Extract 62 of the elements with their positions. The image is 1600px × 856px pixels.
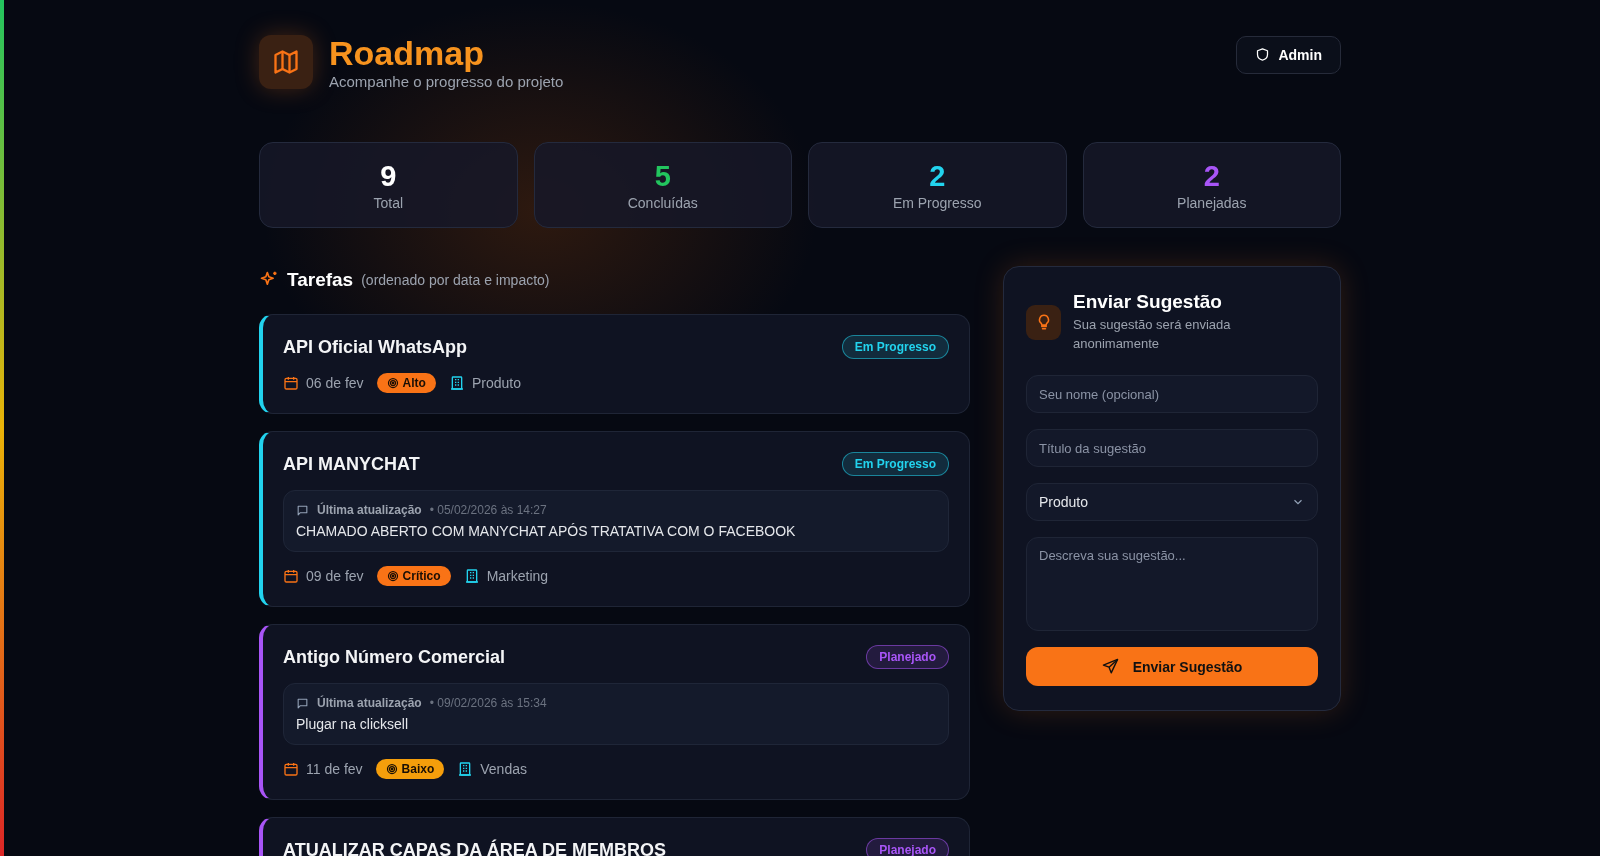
status-badge: Planejado <box>866 645 949 669</box>
building-icon <box>448 375 465 391</box>
stat-label: Total <box>373 194 404 211</box>
page-title: Roadmap <box>329 33 485 73</box>
update-label: Última atualização <box>317 503 422 517</box>
task-date: 06 de fev <box>306 375 364 391</box>
panel-subtitle: Sua sugestão será enviada anonimamente <box>1073 316 1232 353</box>
comment-icon <box>296 696 309 710</box>
stat-value: 2 <box>1203 159 1220 193</box>
impact-chip: Crítico <box>376 566 451 586</box>
target-icon <box>386 377 399 389</box>
calendar-icon <box>283 761 299 777</box>
update-label: Última atualização <box>317 696 422 710</box>
shield-icon <box>1255 47 1271 62</box>
update-time: • 09/02/2026 às 15:34 <box>429 696 547 710</box>
stat-label: Em Progresso <box>892 194 982 211</box>
section-title: Tarefas <box>287 269 354 291</box>
status-badge: Em Progresso <box>841 452 949 476</box>
building-icon <box>463 568 480 584</box>
stat-label: Concluídas <box>627 194 698 211</box>
category-select[interactable]: Produto <box>1026 483 1318 521</box>
impact-chip: Alto <box>376 373 436 393</box>
map-icon <box>259 34 313 89</box>
target-icon <box>386 570 399 582</box>
lightbulb-icon <box>1026 304 1061 340</box>
name-field[interactable]: Seu nome (opcional) <box>1026 375 1318 413</box>
comment-icon <box>296 503 309 517</box>
task-date: 11 de fev <box>306 761 363 777</box>
target-icon <box>385 763 398 775</box>
page-subtitle: Acompanhe o progresso do projeto <box>329 73 565 90</box>
stat-value: 9 <box>380 159 397 193</box>
task-title: ATUALIZAR CAPAS DA ÁREA DE MEMBROS <box>283 839 666 856</box>
task-card[interactable]: Antigo Número Comercial Planejado Última atualização • 09/02/2026 às 15:34 Plugar na clicksell 11 de fev Baixo Vendas <box>259 624 970 800</box>
stat-value: 5 <box>654 159 671 193</box>
title-field[interactable]: Título da sugestão <box>1026 429 1318 467</box>
task-title: Antigo Número Comercial <box>283 646 506 668</box>
calendar-icon <box>283 375 299 391</box>
send-icon <box>1101 658 1119 675</box>
stat-label: Planejadas <box>1177 194 1247 211</box>
building-icon <box>457 761 474 777</box>
task-card[interactable]: API Oficial WhatsApp Em Progresso 06 de fev Alto Produto <box>259 314 970 414</box>
stat-value: 2 <box>929 159 946 193</box>
update-text: Plugar na clicksell <box>296 716 410 732</box>
task-area: Vendas <box>480 761 527 777</box>
update-text: CHAMADO ABERTO COM MANYCHAT APÓS TRATATIVA COM O FACEBOOK <box>296 523 797 539</box>
task-area: Produto <box>471 375 521 391</box>
status-badge: Planejado <box>866 838 949 856</box>
admin-button[interactable]: Admin <box>1236 35 1341 74</box>
impact-chip: Baixo <box>375 759 445 779</box>
task-card[interactable]: ATUALIZAR CAPAS DA ÁREA DE MEMBROS Planejado <box>259 817 970 856</box>
task-title: API MANYCHAT <box>283 453 420 475</box>
status-badge: Em Progresso <box>841 335 949 359</box>
task-date: 09 de fev <box>306 568 364 584</box>
panel-title: Enviar Sugestão <box>1073 291 1223 313</box>
description-field[interactable]: Descreva sua sugestão... <box>1026 537 1318 631</box>
task-card[interactable]: API MANYCHAT Em Progresso Última atualização • 05/02/2026 às 14:27 CHAMADO ABERTO COM MANYCHAT APÓS TRATATIVA COM O FACEBOOK 09 de fev Crítico Marketing <box>259 431 970 607</box>
submit-button[interactable]: Enviar Sugestão <box>1026 647 1318 686</box>
task-area: Marketing <box>486 568 549 584</box>
update-time: • 05/02/2026 às 14:27 <box>429 503 547 517</box>
calendar-icon <box>283 568 299 584</box>
section-note: (ordenado por data e impacto) <box>361 272 550 288</box>
task-title: API Oficial WhatsApp <box>283 336 468 358</box>
